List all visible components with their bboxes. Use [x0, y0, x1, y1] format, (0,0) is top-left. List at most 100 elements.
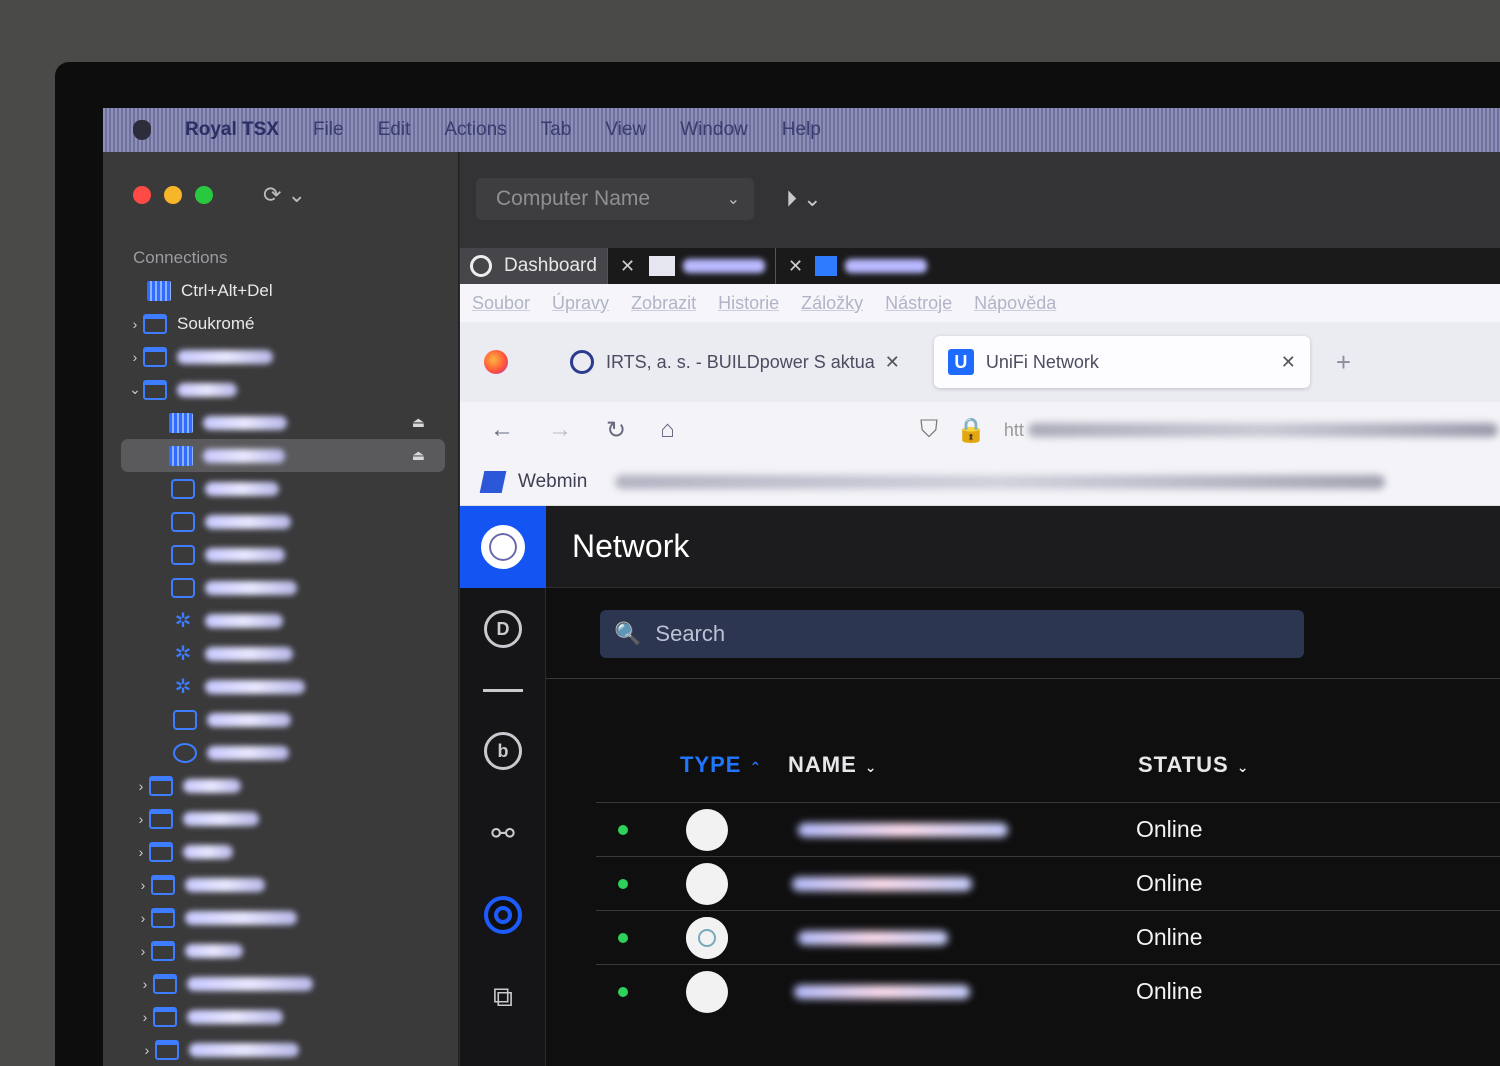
- apple-icon[interactable]: [133, 120, 151, 140]
- redacted-url: [1027, 423, 1498, 437]
- chevron-right-icon[interactable]: ›: [137, 976, 153, 992]
- eject-icon[interactable]: ⏏: [412, 414, 425, 431]
- tree-item-redacted[interactable]: [103, 703, 459, 736]
- tree-item-redacted[interactable]: ›: [103, 340, 459, 373]
- menu-view[interactable]: View: [605, 119, 646, 141]
- tree-item-redacted[interactable]: [103, 538, 459, 571]
- tab-redacted[interactable]: ✕: [776, 248, 937, 284]
- tree-item-soukrome[interactable]: › Soukromé: [103, 307, 459, 340]
- menu-tab[interactable]: Tab: [541, 119, 572, 141]
- device-search[interactable]: 🔍: [600, 610, 1304, 658]
- tree-item-redacted[interactable]: ›: [103, 901, 459, 934]
- tree-item-redacted[interactable]: ›: [103, 967, 459, 1000]
- back-icon[interactable]: ←: [490, 416, 514, 444]
- chevron-right-icon[interactable]: ›: [137, 1009, 153, 1025]
- folder-icon: [149, 841, 173, 862]
- chevron-down-icon[interactable]: ⌄: [127, 381, 143, 398]
- table-row[interactable]: Online: [596, 964, 1500, 1018]
- chevron-down-icon[interactable]: ⌄: [727, 189, 740, 209]
- rdp-icon: [147, 280, 171, 301]
- tree-item-redacted[interactable]: ›: [103, 769, 459, 802]
- ff-menu-historie[interactable]: Historie: [718, 293, 779, 314]
- chevron-right-icon[interactable]: ›: [135, 910, 151, 926]
- topology-nav-button[interactable]: ⚯: [460, 792, 546, 874]
- eject-icon[interactable]: ⏏: [412, 447, 425, 464]
- tree-item-redacted[interactable]: ›: [103, 1033, 459, 1066]
- chevron-right-icon[interactable]: ›: [133, 778, 149, 794]
- tree-item-redacted[interactable]: [103, 505, 459, 538]
- menu-edit[interactable]: Edit: [378, 119, 411, 141]
- tree-item-selected[interactable]: ⏏: [121, 439, 445, 472]
- menu-actions[interactable]: Actions: [444, 119, 506, 141]
- table-row[interactable]: Online: [596, 910, 1500, 964]
- tree-item-redacted[interactable]: ⏏: [103, 406, 459, 439]
- column-status[interactable]: STATUS ⌄: [1138, 752, 1249, 778]
- chevron-right-icon[interactable]: ›: [133, 844, 149, 860]
- tree-item-redacted[interactable]: [103, 736, 459, 769]
- tree-item-redacted[interactable]: ›: [103, 835, 459, 868]
- new-tab-icon[interactable]: +: [1336, 347, 1351, 378]
- ff-tab-unifi[interactable]: U UniFi Network ✕: [933, 336, 1310, 388]
- shield-icon[interactable]: ⛉: [920, 416, 938, 444]
- dashboard-nav-button[interactable]: D: [460, 588, 546, 670]
- tree-item-redacted[interactable]: ›: [103, 802, 459, 835]
- url-bar[interactable]: ⛉ 🔒 htt: [920, 412, 1500, 448]
- unifi-logo-button[interactable]: [460, 506, 546, 588]
- devices-nav-button[interactable]: [460, 874, 546, 956]
- table-row[interactable]: Online: [596, 856, 1500, 910]
- ff-menu-zalozky[interactable]: Záložky: [801, 293, 863, 314]
- search-input[interactable]: [655, 621, 1156, 647]
- ff-menu-soubor[interactable]: Soubor: [472, 293, 530, 314]
- tab-dashboard[interactable]: Dashboard: [460, 248, 608, 284]
- chevron-right-icon[interactable]: ›: [139, 1042, 155, 1058]
- tree-item-redacted[interactable]: ›: [103, 1000, 459, 1033]
- tree-item-ctrl-alt-del[interactable]: Ctrl+Alt+Del: [103, 274, 459, 307]
- ff-menu-napoveda[interactable]: Nápověda: [974, 293, 1056, 314]
- forward-icon[interactable]: →: [548, 416, 572, 444]
- firefox-logo-icon[interactable]: [484, 350, 508, 374]
- clients-nav-button[interactable]: b: [460, 710, 546, 792]
- close-icon[interactable]: ✕: [620, 256, 635, 277]
- chevron-right-icon[interactable]: ›: [127, 316, 143, 332]
- ff-menu-nastroje[interactable]: Nástroje: [885, 293, 952, 314]
- chevron-right-icon[interactable]: ›: [135, 943, 151, 959]
- menu-window[interactable]: Window: [680, 119, 748, 141]
- menu-app-name[interactable]: Royal TSX: [185, 119, 279, 141]
- tree-item-redacted[interactable]: [103, 571, 459, 604]
- close-tab-icon[interactable]: ✕: [1271, 352, 1296, 373]
- topology-nav-button[interactable]: [460, 670, 546, 710]
- tree-item-redacted[interactable]: ⌄: [103, 373, 459, 406]
- reload-icon[interactable]: ↻: [606, 416, 626, 445]
- close-window-button[interactable]: [133, 186, 151, 204]
- chevron-right-icon[interactable]: ›: [135, 877, 151, 893]
- tree-item-redacted[interactable]: [103, 472, 459, 505]
- column-name[interactable]: NAME ⌄: [788, 752, 1138, 778]
- minimize-window-button[interactable]: [164, 186, 182, 204]
- insights-nav-button[interactable]: ⧉: [460, 956, 546, 1038]
- bookmark-webmin[interactable]: Webmin: [518, 471, 587, 493]
- zoom-window-button[interactable]: [195, 186, 213, 204]
- redacted-label: [177, 349, 273, 364]
- table-row[interactable]: Online: [596, 802, 1500, 856]
- chevron-right-icon[interactable]: ›: [127, 349, 143, 365]
- sync-icon[interactable]: ⟳ ⌄: [263, 182, 306, 208]
- tree-item-redacted[interactable]: ✲: [103, 637, 459, 670]
- menu-file[interactable]: File: [313, 119, 344, 141]
- ff-menu-zobrazit[interactable]: Zobrazit: [631, 293, 696, 314]
- menu-help[interactable]: Help: [782, 119, 821, 141]
- chevron-right-icon[interactable]: ›: [133, 811, 149, 827]
- lock-warning-icon[interactable]: 🔒: [956, 416, 986, 445]
- home-icon[interactable]: ⌂: [660, 416, 675, 444]
- column-type[interactable]: TYPE ⌃: [680, 752, 788, 778]
- ff-menu-upravy[interactable]: Úpravy: [552, 293, 609, 314]
- close-icon[interactable]: ✕: [788, 256, 803, 277]
- connect-play-icon[interactable]: ⏵ ⌄: [786, 186, 822, 212]
- tree-item-redacted[interactable]: ›: [103, 868, 459, 901]
- tree-item-redacted[interactable]: ✲: [103, 604, 459, 637]
- computer-name-field[interactable]: Computer Name ⌄: [476, 178, 754, 220]
- close-tab-icon[interactable]: ✕: [875, 352, 900, 373]
- ff-tab-irts[interactable]: IRTS, a. s. - BUILDpower S aktua ✕: [556, 336, 914, 388]
- tab-redacted[interactable]: ✕: [608, 248, 777, 284]
- tree-item-redacted[interactable]: ✲: [103, 670, 459, 703]
- tree-item-redacted[interactable]: ›: [103, 934, 459, 967]
